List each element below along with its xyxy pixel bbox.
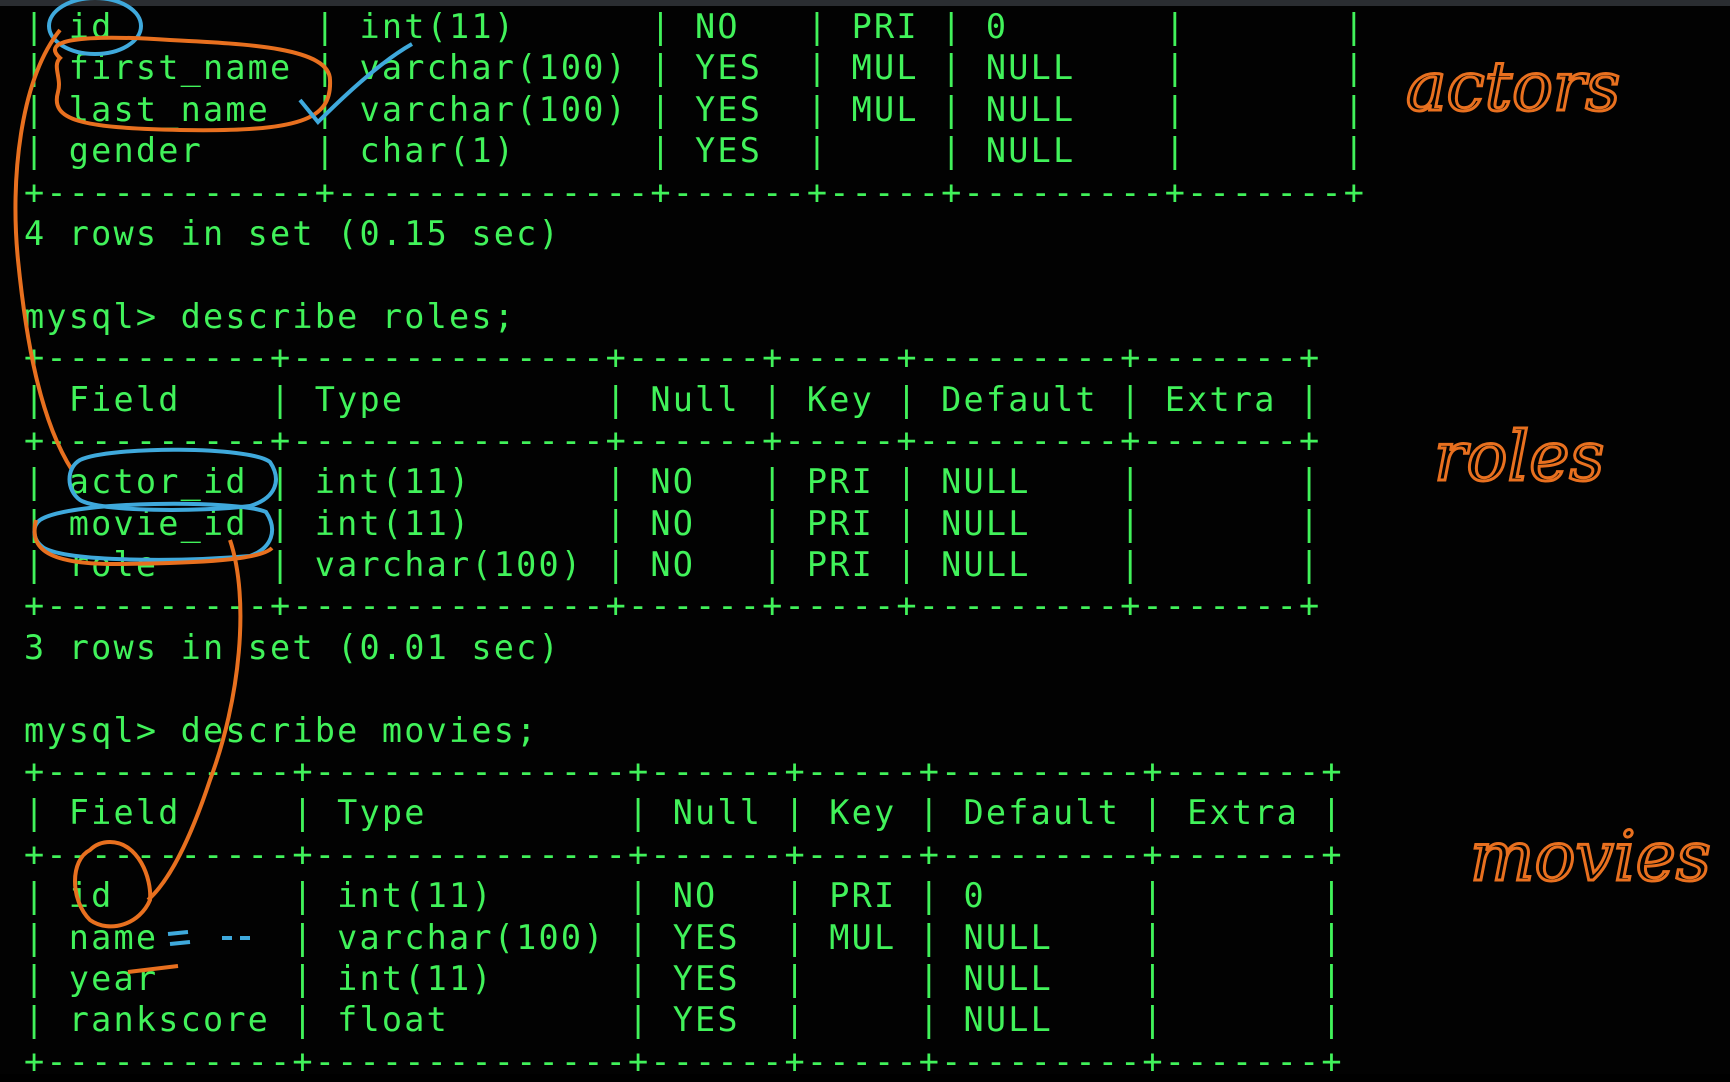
table-border: +----------+--------------+------+-----+… [24,420,1322,460]
terminal-output: | id | int(11) | NO | PRI | 0 | | | first… [24,6,1366,1082]
table-row: | gender | char(1) | YES | | NULL | | [24,131,1367,171]
table-header: | Field | Type | Null | Key | Default | … [24,379,1322,419]
table-row: | id | int(11) | NO | PRI | 0 | | [24,876,1344,916]
table-row: | id | int(11) | NO | PRI | 0 | | [24,7,1367,46]
table-header: | Field | Type | Null | Key | Default | … [24,793,1344,833]
handwritten-label-actors: actors [1406,48,1620,127]
table-border: +-----------+--------------+------+-----… [24,1041,1344,1081]
table-row: | rankscore | float | YES | | NULL | | [24,1000,1344,1040]
table-row: | name | varchar(100) | YES | MUL | NULL… [24,917,1344,957]
table-row: | actor_id | int(11) | NO | PRI | NULL |… [24,462,1322,502]
prompt-line: mysql> describe movies; [24,710,539,750]
table-border: +------------+--------------+------+----… [24,172,1367,212]
status-line: 3 rows in set (0.01 sec) [24,627,561,667]
table-border: +-----------+--------------+------+-----… [24,752,1344,792]
table-row: | first_name | varchar(100) | YES | MUL … [24,48,1367,88]
status-line: 4 rows in set (0.15 sec) [24,213,561,253]
table-border: +----------+--------------+------+-----+… [24,338,1322,378]
terminal-window[interactable]: | id | int(11) | NO | PRI | 0 | | | first… [0,0,1730,1081]
table-row: | role | varchar(100) | NO | PRI | NULL … [24,545,1322,585]
handwritten-label-roles: roles [1434,418,1604,497]
table-border: +-----------+--------------+------+-----… [24,834,1344,874]
prompt-line: mysql> describe roles; [24,296,517,336]
table-border: +----------+--------------+------+-----+… [24,586,1322,626]
table-row: | movie_id | int(11) | NO | PRI | NULL |… [24,503,1322,543]
table-row: | last_name | varchar(100) | YES | MUL |… [24,89,1367,129]
handwritten-label-movies: movies [1470,818,1711,897]
table-row: | year | int(11) | YES | | NULL | | [24,958,1344,998]
